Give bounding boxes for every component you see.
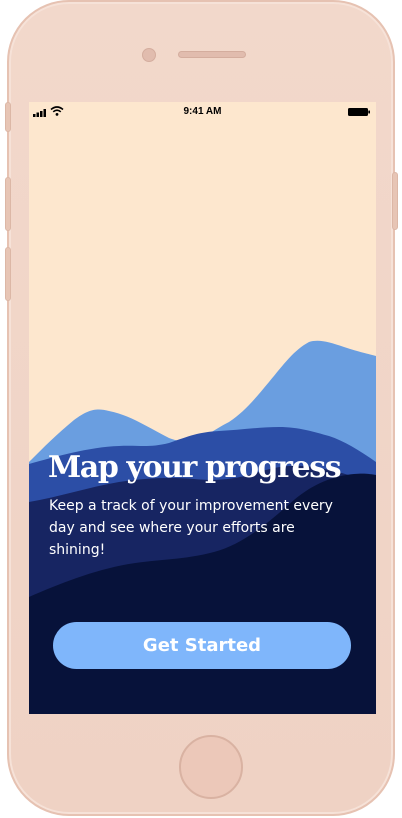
volume-up-button xyxy=(5,177,11,231)
status-bar: 9:41 AM xyxy=(29,102,376,122)
onboarding-subtitle: Keep a track of your improvement every d… xyxy=(49,498,333,558)
status-time: 9:41 AM xyxy=(183,106,222,117)
onboarding-title: Map your progress xyxy=(48,450,342,485)
home-button[interactable] xyxy=(179,735,243,799)
volume-down-button xyxy=(5,247,11,301)
earpiece-speaker xyxy=(178,51,246,58)
get-started-button[interactable]: Get Started xyxy=(53,622,351,669)
mute-switch xyxy=(5,102,11,132)
front-camera xyxy=(142,48,156,62)
power-button xyxy=(392,172,398,230)
app-screen: 9:41 AM Map your progress Keep a track o… xyxy=(29,102,376,714)
battery-icon xyxy=(348,108,370,116)
